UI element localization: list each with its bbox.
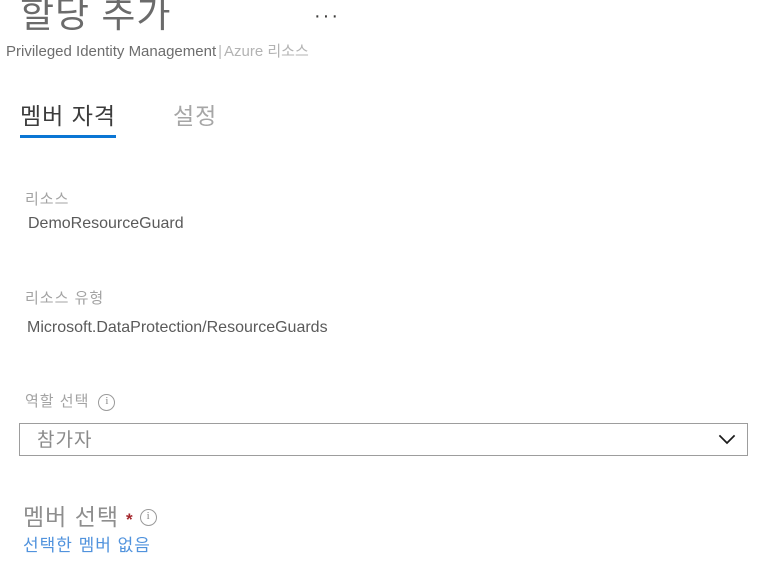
tab-membership-label: 멤버 자격 [20,103,117,129]
info-icon[interactable] [98,393,116,411]
resource-value: DemoResourceGuard [28,215,184,232]
select-member-field: 멤버 선택 * 선택한 멤버 없음 [23,502,781,558]
role-select-dropdown[interactable]: 참가자 [19,423,748,456]
select-role-label-row: 역할 선택 [25,392,781,412]
select-member-label-row: 멤버 선택 * [23,502,781,532]
no-member-selected-link[interactable]: 선택한 멤버 없음 [23,534,781,558]
tab-bar: 멤버 자격 설정 [0,100,781,146]
more-options-icon[interactable]: ··· [313,6,341,30]
resource-type-field: 리소스 유형 Microsoft.DataProtection/Resource… [25,289,781,339]
info-icon[interactable] [139,508,157,526]
resource-type-value: Microsoft.DataProtection/ResourceGuards [27,319,328,336]
breadcrumb-context-label: Azure 리소스 [224,43,309,60]
breadcrumb: Privileged Identity Management | Azure 리소스 [6,42,309,62]
required-asterisk: * [126,509,133,529]
tab-settings-label: 설정 [173,103,218,129]
select-role-label: 역할 선택 [25,393,90,410]
select-role-field: 역할 선택 참가자 [19,392,781,456]
chevron-down-icon[interactable] [717,431,737,449]
select-member-label: 멤버 선택 [23,504,120,530]
blade-header: 할당 추가 ··· Privileged Identity Management… [0,0,781,72]
role-select-value: 참가자 [37,430,93,451]
tab-settings[interactable]: 설정 [173,100,217,138]
resource-field: 리소스 DemoResourceGuard [25,190,781,235]
breadcrumb-service-label: Privileged Identity Management [6,43,217,60]
add-assignment-blade: 할당 추가 ··· Privileged Identity Management… [0,0,781,566]
page-title: 할당 추가 [20,0,172,35]
tab-membership[interactable]: 멤버 자격 [20,100,117,138]
breadcrumb-separator: | [218,43,223,60]
resource-type-label: 리소스 유형 [25,290,105,307]
resource-label: 리소스 [25,191,70,208]
